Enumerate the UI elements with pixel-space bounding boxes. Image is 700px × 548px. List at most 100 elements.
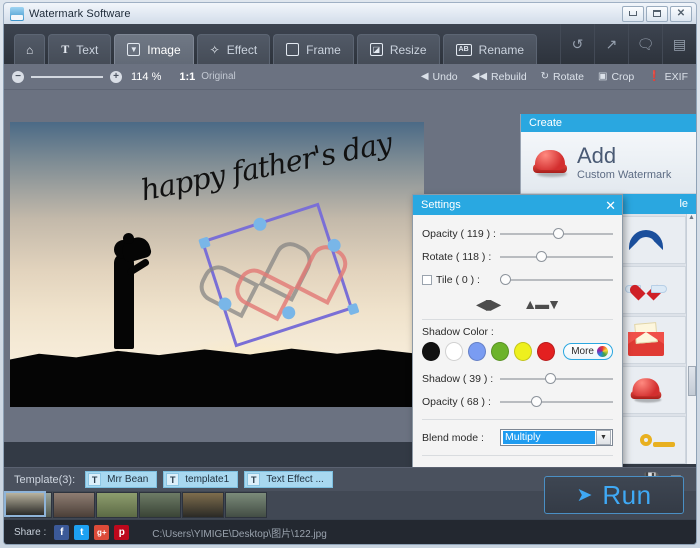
template-text-icon: T — [166, 473, 180, 486]
undo-history-icon[interactable]: ↺ — [560, 24, 594, 64]
home-icon: ⌂ — [26, 42, 34, 57]
scrollbar-thumb[interactable] — [688, 366, 696, 396]
tab-resize[interactable]: ◪ Resize — [356, 34, 440, 64]
googleplus-icon[interactable]: g+ — [94, 524, 110, 540]
close-button[interactable]: ✕ — [670, 5, 692, 22]
tile-label-group: Tile ( 0 ) : — [422, 274, 500, 286]
redo-history-icon[interactable]: ↗ — [594, 24, 628, 64]
scroll-up-arrow-icon[interactable]: ▲ — [687, 214, 696, 221]
swatch-yellow[interactable] — [514, 342, 533, 361]
minimize-button[interactable] — [622, 5, 644, 22]
opacity-slider[interactable] — [500, 227, 613, 241]
exif-icon: ❗ — [648, 71, 661, 82]
more-colors-button[interactable]: More — [563, 343, 613, 360]
rotate-slider[interactable] — [500, 250, 613, 264]
tab-rename[interactable]: AB Rename — [442, 34, 538, 64]
app-window: Watermark Software ✕ ⌂ T Text ▼ Image ✧ … — [0, 0, 700, 548]
rotate-row: Rotate ( 118 ) : — [422, 246, 613, 267]
ground-silhouette — [10, 348, 424, 407]
tab-resize-label: Resize — [389, 42, 427, 57]
template-chip-template1[interactable]: T template1 — [163, 471, 239, 488]
template-chip-mrr-bean[interactable]: T Mrr Bean — [85, 471, 158, 488]
template-chip-label: Mrr Bean — [107, 474, 149, 485]
tile-label: Tile ( 0 ) : — [436, 273, 480, 286]
add-title: Add — [577, 142, 617, 168]
swatch-black[interactable] — [422, 342, 441, 361]
flip-horizontal-icon[interactable]: ◀▮▶ — [476, 296, 501, 313]
swatch-white[interactable] — [445, 342, 464, 361]
rebuild-label: Rebuild — [491, 70, 527, 83]
exif-action[interactable]: ❗ EXIF — [648, 71, 688, 83]
zoom-toolbar: − + 114 % 1:1 Original ◀ Undo ◀◀ Rebuild… — [4, 64, 696, 90]
shadow-color-label: Shadow Color : — [422, 326, 494, 338]
thumb-5[interactable] — [139, 492, 181, 518]
tile-checkbox[interactable] — [422, 274, 432, 285]
tab-effect[interactable]: ✧ Effect — [196, 34, 271, 64]
settings-dialog-header: Settings ✕ — [413, 195, 622, 215]
template-chip-label: template1 — [185, 474, 230, 485]
zoom-in-icon[interactable]: + — [110, 70, 122, 83]
window-controls: ✕ — [622, 5, 696, 22]
tab-frame[interactable]: Frame — [273, 34, 354, 64]
maximize-button[interactable] — [646, 5, 668, 22]
resize-handle-bottom-right[interactable] — [346, 302, 360, 316]
shadow-opacity-row: Opacity ( 68 ) : — [422, 391, 613, 412]
horseshoe-icon — [628, 230, 663, 250]
tab-image-label: Image — [147, 42, 181, 57]
zoom-percent: 114 % — [131, 70, 162, 83]
rebuild-action[interactable]: ◀◀ Rebuild — [472, 71, 527, 83]
blend-mode-value: Multiply — [503, 431, 595, 444]
rotate-label: Rotate ( 118 ) : — [422, 250, 492, 263]
thumb-1[interactable] — [4, 491, 46, 517]
undo-action[interactable]: ◀ Undo — [421, 71, 458, 83]
feedback-icon[interactable]: 🗨 — [628, 24, 662, 64]
blend-mode-select[interactable]: Multiply ▼ — [500, 429, 613, 446]
swatch-green[interactable] — [491, 342, 510, 361]
rotate-icon: ↻ — [540, 71, 550, 82]
run-arrow-icon: ➤ — [576, 484, 593, 506]
tab-frame-label: Frame — [306, 42, 341, 57]
template-chip-text-effect[interactable]: T Text Effect ... — [244, 471, 333, 488]
shadow-opacity-slider[interactable] — [500, 395, 613, 409]
add-custom-watermark-button[interactable]: Add Custom Watermark — [521, 132, 696, 194]
winged-heart-icon — [624, 271, 667, 309]
one-to-one-icon[interactable]: 1:1 — [179, 71, 195, 83]
settings-close-icon[interactable]: ✕ — [605, 199, 616, 212]
crop-action[interactable]: ▣ Crop — [598, 71, 634, 83]
twitter-icon[interactable]: t — [74, 524, 90, 540]
swatch-blue[interactable] — [468, 342, 487, 361]
original-label[interactable]: Original — [201, 71, 235, 82]
opacity-label: Opacity ( 119 ) : — [422, 227, 496, 240]
resize-handle-top-left[interactable] — [198, 236, 211, 250]
thumb-7[interactable] — [225, 492, 267, 518]
tab-home[interactable]: ⌂ — [14, 34, 46, 64]
tab-image[interactable]: ▼ Image — [114, 34, 194, 64]
template-count-label: Template(3): — [14, 473, 76, 486]
zoom-slider[interactable] — [31, 75, 103, 78]
text-icon: T — [61, 42, 70, 56]
red-bell-icon — [625, 371, 667, 409]
template-text-icon: T — [88, 473, 102, 486]
swatch-red[interactable] — [537, 342, 556, 361]
register-icon[interactable]: ▤ — [662, 24, 696, 64]
shadow-color-swatches: More — [422, 342, 613, 361]
run-button[interactable]: ➤ Run — [544, 476, 684, 514]
rotate-action[interactable]: ↻ Rotate — [541, 71, 584, 83]
photo-preview[interactable]: happy father's day — [10, 122, 424, 407]
zoom-out-icon[interactable]: − — [12, 70, 24, 83]
facebook-icon[interactable]: f — [54, 524, 70, 540]
thumb-6[interactable] — [182, 492, 224, 518]
chevron-down-icon[interactable]: ▼ — [596, 430, 611, 445]
settings-dialog[interactable]: Settings ✕ Opacity ( 119 ) : Rotate ( 11… — [412, 194, 623, 492]
run-label: Run — [602, 479, 652, 510]
child-head — [123, 233, 134, 244]
pinterest-icon[interactable]: p — [114, 524, 130, 540]
thumb-4[interactable] — [96, 492, 138, 518]
flip-vertical-icon[interactable]: ▲▬▼ — [523, 296, 561, 313]
tile-slider[interactable] — [500, 273, 613, 287]
tab-text[interactable]: T Text — [48, 34, 112, 64]
key-icon — [639, 434, 675, 447]
shadow-slider[interactable] — [500, 372, 613, 386]
thumb-3[interactable] — [53, 492, 95, 518]
gallery-scrollbar[interactable]: ▲ — [686, 214, 696, 464]
